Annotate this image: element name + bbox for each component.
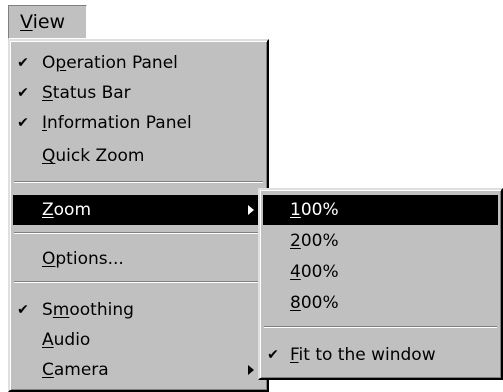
checkmark-icon: ✔	[17, 85, 29, 101]
menu-item-label: Status Bar	[42, 83, 131, 103]
menu-item-status-bar[interactable]: ✔ Status Bar	[13, 78, 264, 108]
menu-item-label: Fit to the window	[290, 345, 436, 365]
menu-item-audio[interactable]: Audio	[13, 325, 264, 355]
checkmark-icon: ✔	[17, 302, 29, 318]
menu-item-label: Smoothing	[42, 300, 134, 320]
menu-separator	[14, 232, 263, 234]
menu-item-options[interactable]: Options...	[13, 244, 264, 274]
menu-item-label: Quick Zoom	[42, 146, 145, 166]
menu-item-label: Camera	[42, 360, 109, 380]
menu-item-information-panel[interactable]: ✔ Information Panel	[13, 108, 264, 138]
menu-item-quick-zoom[interactable]: Quick Zoom	[13, 141, 264, 171]
menu-item-label: 800%	[290, 293, 339, 313]
menu-item-zoom-800[interactable]: 800%	[263, 288, 498, 318]
view-menu: ✔ Operation Panel ✔ Status Bar ✔ Informa…	[8, 39, 269, 392]
menu-item-zoom-100[interactable]: 100%	[263, 195, 498, 225]
menu-item-label: Audio	[42, 330, 91, 350]
checkmark-icon: ✔	[267, 347, 279, 363]
submenu-arrow-icon	[248, 205, 254, 215]
menubar-view[interactable]: View	[8, 5, 87, 39]
menu-item-smoothing[interactable]: ✔ Smoothing	[13, 295, 264, 325]
screen: View ✔ Operation Panel ✔ Status Bar ✔ In…	[0, 0, 503, 392]
menu-separator	[264, 326, 497, 328]
menu-item-zoom-200[interactable]: 200%	[263, 226, 498, 256]
menu-item-label: 100%	[290, 200, 339, 220]
menu-item-fit-to-window[interactable]: ✔ Fit to the window	[263, 340, 498, 370]
menu-item-camera[interactable]: Camera	[13, 355, 264, 385]
menu-separator	[14, 281, 263, 283]
menubar-view-label: View	[20, 11, 66, 33]
checkmark-icon: ✔	[17, 55, 29, 71]
menu-item-label: 200%	[290, 231, 339, 251]
zoom-submenu: 100% 200% 400% 800% ✔ Fit to the window	[258, 188, 503, 380]
menu-item-label: Options...	[42, 249, 124, 269]
checkmark-icon: ✔	[17, 115, 29, 131]
menu-item-label: 400%	[290, 262, 339, 282]
menu-item-label: Zoom	[42, 200, 92, 220]
menu-item-label: Information Panel	[42, 113, 192, 133]
menu-item-zoom-400[interactable]: 400%	[263, 257, 498, 287]
menu-separator	[14, 181, 263, 183]
submenu-arrow-icon	[248, 365, 254, 375]
menu-item-zoom[interactable]: Zoom	[13, 195, 264, 225]
menu-item-operation-panel[interactable]: ✔ Operation Panel	[13, 48, 264, 78]
menu-item-label: Operation Panel	[42, 53, 178, 73]
